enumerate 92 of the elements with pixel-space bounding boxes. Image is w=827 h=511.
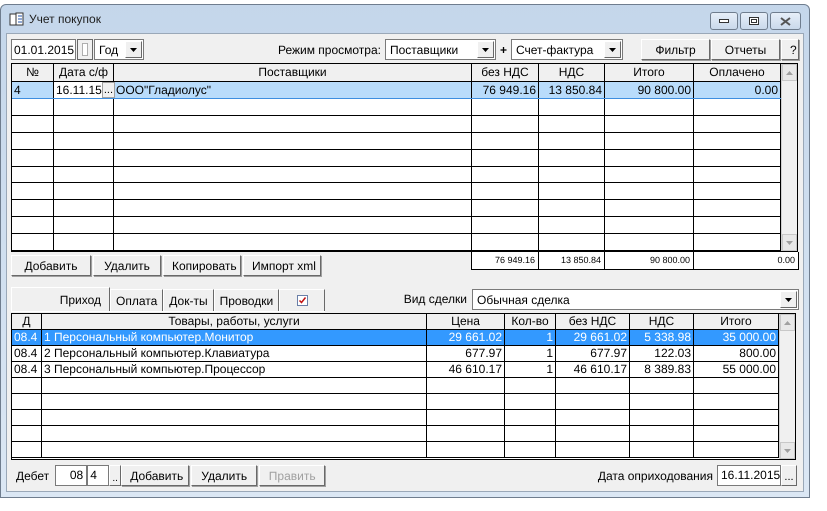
table-cell: 76 949.16 [472,82,539,98]
item-action-button[interactable]: Удалить [191,465,258,486]
document-type-dropdown[interactable]: Счет-фактура [511,39,623,60]
column-header[interactable]: без НДС [556,314,630,329]
column-header[interactable]: Кол-во [505,314,556,329]
period-dropdown[interactable]: Год [94,39,144,60]
table-cell: ООО"Гладиолус" [114,82,472,98]
table-cell: 3 Персональный компьютер.Процессор [42,362,427,377]
minimize-icon [719,19,729,23]
table-cell: 46 610.17 [427,362,505,377]
table-cell: 1 [505,346,556,361]
table-cell: 29 661.02 [556,330,630,345]
dropdown-arrow-icon [785,298,792,302]
tab[interactable]: Док-ты [163,289,214,311]
window-title: Учет покупок [29,11,101,28]
column-header[interactable]: Цена [427,314,505,329]
action-button[interactable]: Удалить [93,255,161,276]
maximize-button[interactable] [740,12,768,30]
deal-type-label: Вид сделки [404,291,467,308]
date-picker-button[interactable]: ... [102,82,115,98]
action-button[interactable]: Добавить [11,255,91,276]
scroll-down-icon [786,240,793,244]
table-cell: 8 389.83 [630,362,694,377]
view-mode-label: Режим просмотра: [278,42,381,58]
total-cell: 76 949.16 [472,252,539,269]
subaccount-field[interactable]: 4 [87,465,110,486]
total-cell: 13 850.84 [539,252,605,269]
scrollbar[interactable] [781,64,797,251]
total-cell-text: 0.00 [776,254,796,267]
deal-type-dropdown[interactable]: Обычная сделка [472,289,799,310]
table-row[interactable]: 4 16.11.15 ... ООО"Гладиолус" 76 949.16 13 850.84 90 800.00 0.00 [12,82,781,99]
table-cell: 1 [505,362,556,377]
close-icon [780,16,791,26]
table-cell: 677.97 [427,346,505,361]
column-header[interactable]: Поставщики [114,64,472,81]
receipt-date-label: Дата оприходования [598,468,713,484]
toolbar-button[interactable]: Отчеты [711,39,780,60]
table-cell: 29 661.02 [427,330,505,345]
close-button[interactable] [770,12,801,30]
action-button[interactable]: Копировать [163,255,241,276]
ledger-icon [9,11,25,27]
column-header[interactable]: без НДС [472,64,539,81]
item-action-button[interactable]: Добавить [121,465,190,486]
table-row[interactable]: 08.4 2 Персональный компьютер.Клавиатура 677.97 1 677.97 122.03 800.00 [12,346,779,362]
account-field[interactable]: 08 [55,465,88,486]
account-picker-button[interactable]: .. [109,465,122,486]
table-cell: 1 Персональный компьютер.Монитор [42,330,427,345]
table-cell: 13 850.84 [539,82,605,98]
table-cell: 08.4 [12,362,42,377]
scroll-down-icon [784,448,791,452]
calendar-button[interactable] [77,39,93,60]
column-header[interactable]: НДС [630,314,694,329]
help-button[interactable]: ? [781,39,799,60]
debit-label: Дебет [16,468,50,484]
scroll-up-icon [786,70,793,74]
dropdown-arrow-icon [130,48,137,52]
table-cell: 5 338.98 [630,330,694,345]
table-cell: 122.03 [630,346,694,361]
maximize-icon [749,17,759,25]
table-row[interactable]: 08.4 3 Персональный компьютер.Процессор 46 610.17 1 46 610.17 8 389.83 55 000.00 [12,362,779,378]
column-header[interactable]: Итого [605,64,694,81]
toolbar-button[interactable]: Фильтр [641,39,710,60]
tab[interactable]: Оплата [110,289,164,311]
table-cell: 08.4 [12,346,42,361]
table-cell: 08.4 [12,330,42,345]
minimize-button[interactable] [710,12,738,30]
column-header[interactable]: НДС [539,64,605,81]
table-cell: 46 610.17 [556,362,630,377]
receipt-date-picker-button[interactable]: ... [781,465,797,486]
column-header[interactable]: № [12,64,54,81]
view-mode-dropdown[interactable]: Поставщики [384,39,496,60]
checkbox-tab[interactable] [279,289,326,311]
column-header[interactable]: Дата с/ф [54,64,114,81]
receipt-date-field[interactable]: 16.11.2015 [717,465,781,486]
table-cell: 1 [505,330,556,345]
table-cell-text: 16.11.15 [55,82,102,98]
total-cell: 90 800.00 [605,252,694,269]
calendar-icon [82,43,88,56]
column-header[interactable]: Д [12,314,42,329]
plus-sign: + [500,42,507,58]
table-cell: 90 800.00 [605,82,694,98]
table-cell: 2 Персональный компьютер.Клавиатура [42,346,427,361]
action-button[interactable]: Импорт xml [243,255,321,276]
tab[interactable]: Проводки [214,289,280,311]
dropdown-arrow-icon [609,48,616,52]
dropdown-arrow-icon [482,48,489,52]
scrollbar[interactable] [779,314,795,459]
column-header[interactable]: Товары, работы, услуги [42,314,427,329]
tab[interactable]: Приход [11,287,110,311]
table-cell: 677.97 [556,346,630,361]
date-field[interactable]: 01.01.2015 [11,39,76,60]
scroll-up-icon [784,320,791,324]
